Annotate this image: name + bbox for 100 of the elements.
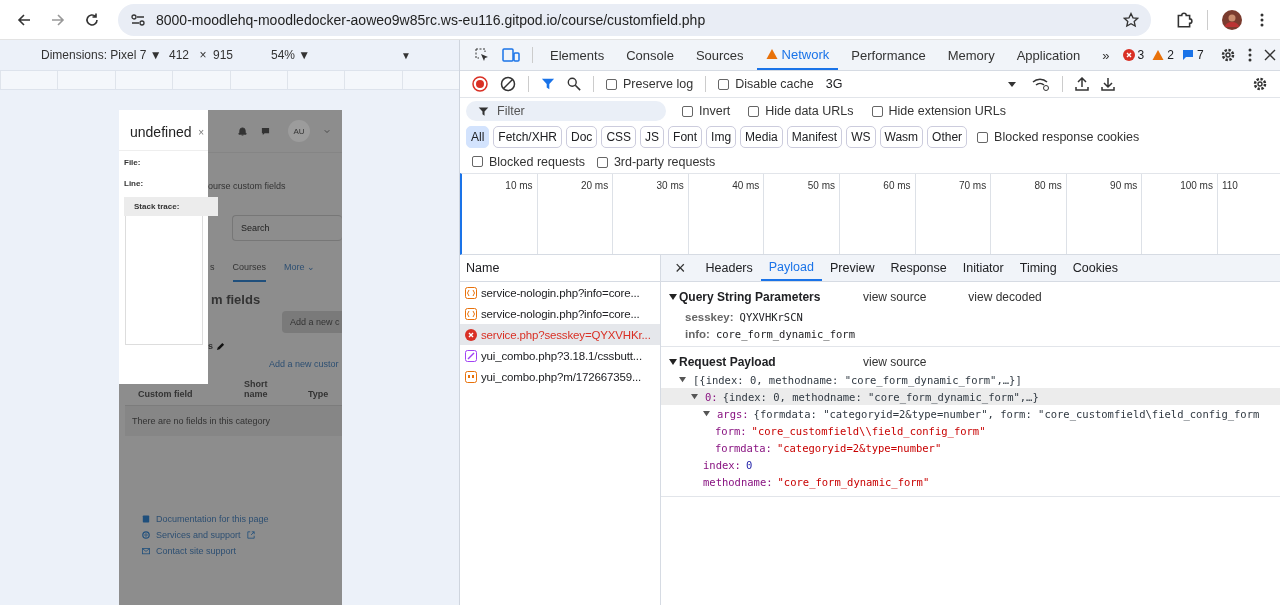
request-row[interactable]: yui_combo.php?3.18.1/cssbutt...	[460, 345, 660, 366]
close-button[interactable]: ×	[675, 257, 686, 279]
error-count[interactable]: 3	[1122, 48, 1145, 62]
reload-icon[interactable]	[84, 11, 100, 28]
nav-tab[interactable]: Courses	[232, 257, 266, 282]
zoom-dropdown[interactable]: 54% ▼	[271, 48, 401, 62]
panel-tab[interactable]: Elements	[541, 40, 614, 70]
height-field[interactable]: 915	[213, 48, 237, 62]
script-icon	[465, 370, 477, 383]
filter-checkbox[interactable]: Hide extension URLs	[871, 104, 1006, 118]
message-icon	[1181, 49, 1194, 61]
filter-checkbox[interactable]: Invert	[682, 104, 731, 118]
close-button[interactable]: ×	[198, 126, 204, 138]
error-icon	[465, 328, 477, 341]
mail-icon	[142, 547, 150, 555]
request-row[interactable]: service.php?sesskey=QYXVHKr...	[460, 324, 660, 345]
detail-tab[interactable]: Timing	[1011, 255, 1065, 281]
filter-checkbox[interactable]: Hide data URLs	[748, 104, 854, 118]
detail-tab[interactable]: Preview	[821, 255, 883, 281]
close-icon[interactable]	[1263, 49, 1276, 61]
panel-tab[interactable]: Memory	[938, 40, 1004, 70]
chat-icon[interactable]	[261, 126, 270, 136]
stack-trace-header: Stack trace:	[124, 197, 218, 216]
panel-tab[interactable]: Sources	[686, 40, 753, 70]
type-filter-chip[interactable]: Doc	[566, 126, 598, 148]
filter-checkbox[interactable]: 3rd-party requests	[596, 155, 716, 169]
category-name: s	[208, 341, 213, 351]
section-title[interactable]: Query String Parameters	[679, 290, 863, 304]
filter-checkbox[interactable]: Blocked requests	[472, 154, 585, 169]
view-link[interactable]: view source	[863, 355, 927, 369]
request-row[interactable]: yui_combo.php?m/172667359...	[460, 366, 660, 387]
settings-icon[interactable]	[1252, 76, 1268, 92]
nav-tab[interactable]: s	[210, 257, 215, 282]
site-settings-icon[interactable]	[130, 11, 146, 28]
panel-tab[interactable]: Console	[617, 40, 683, 70]
kebab-menu-icon[interactable]	[1247, 47, 1252, 63]
lifebuoy-icon	[142, 531, 150, 539]
filter-icon[interactable]	[541, 77, 555, 91]
bell-icon[interactable]	[238, 126, 247, 136]
expand-triangle-icon[interactable]	[669, 293, 677, 301]
external-link-icon	[246, 531, 255, 539]
back-icon[interactable]	[16, 11, 32, 28]
type-filter-chip[interactable]: Font	[668, 126, 703, 148]
breadcrumb[interactable]: ourse custom fields	[208, 181, 342, 191]
pencil-icon[interactable]	[216, 341, 225, 351]
record-icon[interactable]	[472, 76, 488, 92]
extensions-icon[interactable]	[1175, 10, 1193, 29]
detail-tab[interactable]: Initiator	[954, 255, 1012, 281]
expand-triangle-icon[interactable]	[691, 393, 698, 400]
panel-tab[interactable]: Performance	[842, 40, 935, 70]
throttle-dropdown[interactable]: 3G	[825, 77, 1016, 91]
type-filter-chip[interactable]: All	[466, 126, 490, 148]
avatar-icon[interactable]	[1222, 9, 1242, 30]
view-link[interactable]: view decoded	[968, 290, 1042, 304]
settings-icon[interactable]	[1219, 47, 1236, 63]
more-tabs-button[interactable]: »	[1093, 40, 1119, 70]
type-filter-chip[interactable]: WS	[846, 126, 876, 148]
wifi-gear-icon[interactable]	[1031, 77, 1050, 91]
detail-tab[interactable]: Payload	[760, 255, 822, 281]
star-icon[interactable]	[1123, 11, 1139, 28]
panel-tab[interactable]: Application	[1007, 40, 1090, 70]
type-filter-chip[interactable]: Wasm	[879, 126, 924, 148]
expand-triangle-icon[interactable]	[679, 376, 686, 383]
detail-tab[interactable]: Response	[882, 255, 955, 281]
device-toggle-icon[interactable]	[502, 47, 520, 63]
inspect-icon[interactable]	[474, 47, 490, 63]
view-link[interactable]: view source	[863, 290, 927, 304]
type-filter-chip[interactable]: Img	[706, 126, 737, 148]
width-field[interactable]: 412	[169, 48, 193, 62]
type-filter-chip[interactable]: Media	[740, 126, 783, 148]
message-count[interactable]: 7	[1181, 48, 1204, 62]
more-dropdown[interactable]: ▼	[401, 49, 411, 61]
download-icon[interactable]	[1100, 77, 1115, 91]
type-filter-chip[interactable]: Other	[927, 126, 968, 148]
upload-icon[interactable]	[1074, 77, 1089, 91]
time-tick: 20 ms	[580, 180, 609, 191]
type-filter-chip[interactable]: Fetch/XHR	[493, 126, 563, 148]
detail-tab[interactable]: Cookies	[1064, 255, 1126, 281]
detail-tab[interactable]: Headers	[697, 255, 761, 281]
search-icon[interactable]	[567, 77, 581, 91]
panel-tab[interactable]: Network	[756, 40, 839, 70]
clear-icon[interactable]	[500, 76, 516, 92]
type-filter-chip[interactable]: JS	[640, 126, 665, 148]
type-filter-chip[interactable]: CSS	[601, 126, 637, 148]
request-row[interactable]: service-nologin.php?info=core...	[460, 282, 660, 303]
menu-icon[interactable]	[1260, 11, 1264, 28]
warning-count[interactable]: 2	[1152, 48, 1174, 62]
preserve-log-checkbox[interactable]: Preserve log	[606, 77, 694, 91]
user-avatar[interactable]: AU	[288, 120, 310, 142]
disable-cache-checkbox[interactable]: Disable cache	[718, 77, 814, 91]
forward-icon[interactable]	[50, 11, 66, 28]
type-filter-chip[interactable]: Manifest	[786, 126, 843, 148]
device-dropdown[interactable]: Dimensions: Pixel 7 ▼	[41, 48, 169, 62]
filter-checkbox[interactable]: Blocked response cookies	[977, 130, 1140, 144]
expand-triangle-icon[interactable]	[703, 410, 710, 417]
expand-triangle-icon[interactable]	[669, 358, 677, 366]
section-title[interactable]: Request Payload	[679, 355, 863, 369]
request-row[interactable]: service-nologin.php?info=core...	[460, 303, 660, 324]
address-bar[interactable]: 8000-moodlehq-moodledocker-aoweo9w85rc.ws-eu116.gitpod.io/course/customfield.php	[118, 3, 1151, 36]
filter-field[interactable]: Filter	[466, 101, 666, 121]
